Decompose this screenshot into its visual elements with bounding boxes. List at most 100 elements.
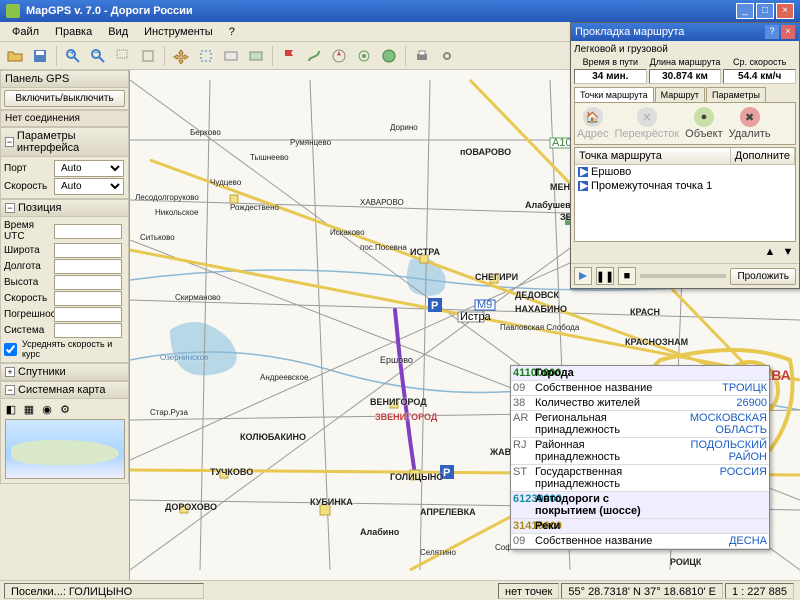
svg-text:ДЕДОВСК: ДЕДОВСК — [515, 290, 559, 300]
minimap-tool-icon[interactable]: ◉ — [39, 401, 55, 417]
tool-delete[interactable]: ✖Удалить — [729, 107, 771, 140]
svg-text:▶: ▶ — [580, 167, 588, 177]
svg-text:АПРЕЛЕВКА: АПРЕЛЕВКА — [420, 507, 476, 517]
tab-points[interactable]: Точки маршрута — [574, 87, 654, 102]
move-down-icon[interactable]: ▼ — [780, 244, 796, 260]
globe-icon[interactable] — [378, 45, 400, 67]
tool-crossing[interactable]: ✕Перекрёсток — [615, 107, 680, 140]
svg-text:ВЕНИГОРОД: ВЕНИГОРОД — [370, 397, 427, 407]
svg-text:Искаково: Искаково — [330, 228, 365, 237]
collapse-icon[interactable]: − — [5, 385, 15, 395]
tab-route[interactable]: Маршрут — [655, 87, 705, 102]
svg-text:Истра: Истра — [460, 311, 492, 323]
svg-text:КРАСН: КРАСН — [630, 307, 660, 317]
minimap[interactable] — [5, 419, 125, 479]
svg-text:P: P — [431, 300, 438, 312]
svg-text:Чудцево: Чудцево — [210, 178, 242, 187]
time-field[interactable] — [54, 224, 122, 239]
iface-params-header[interactable]: − Параметры интерфейса — [0, 127, 129, 157]
menu-tools[interactable]: Инструменты — [136, 24, 221, 40]
spd-field[interactable] — [54, 291, 122, 306]
svg-text:КУБИНКА: КУБИНКА — [310, 497, 353, 507]
svg-text:Тышнеево: Тышнеево — [250, 153, 289, 162]
open-icon[interactable] — [4, 45, 26, 67]
gps-toggle-button[interactable]: Включить/выключить — [4, 90, 125, 107]
play-button[interactable] — [574, 267, 592, 285]
minimize-button[interactable]: _ — [736, 3, 754, 19]
vehicle-type: Легковой и грузовой — [574, 44, 796, 55]
position-header[interactable]: − Позиция — [0, 199, 129, 217]
avg-checkbox[interactable] — [4, 343, 17, 356]
via-flag-icon: ▶ — [578, 181, 588, 191]
alt-field[interactable] — [54, 275, 122, 290]
svg-text:Стар.Руза: Стар.Руза — [150, 408, 188, 417]
menu-file[interactable]: Файл — [4, 24, 47, 40]
zoom-region-icon[interactable] — [112, 45, 134, 67]
tool-object[interactable]: ●Объект — [685, 107, 722, 140]
playback-slider[interactable] — [640, 274, 726, 278]
err-field[interactable] — [54, 307, 122, 322]
settings-icon[interactable] — [436, 45, 458, 67]
move-up-icon[interactable]: ▲ — [762, 244, 778, 260]
gps-panel-header: Панель GPS — [0, 70, 129, 88]
print-icon[interactable] — [411, 45, 433, 67]
minimap-tool-icon[interactable]: ▦ — [21, 401, 37, 417]
route-points-list[interactable]: Точка маршрутаДополните ▶ Ершово ▶ Проме… — [574, 147, 796, 242]
svg-text:Озернинское: Озернинское — [160, 353, 209, 362]
route-help-button[interactable]: ? — [765, 25, 779, 39]
svg-text:P: P — [443, 467, 450, 479]
sys-field[interactable] — [54, 323, 122, 338]
save-icon[interactable] — [29, 45, 51, 67]
expand-icon[interactable]: + — [5, 367, 15, 377]
object-info-panel: 41100000Города 09Собственное названиеТРО… — [510, 365, 770, 550]
view2-icon[interactable] — [245, 45, 267, 67]
collapse-icon[interactable]: − — [5, 137, 14, 147]
maximize-button[interactable]: □ — [756, 3, 774, 19]
pan-icon[interactable] — [170, 45, 192, 67]
tool-address[interactable]: 🏠Адрес — [577, 107, 609, 140]
select-icon[interactable] — [195, 45, 217, 67]
menu-edit[interactable]: Правка — [47, 24, 100, 40]
view1-icon[interactable] — [220, 45, 242, 67]
build-route-button[interactable]: Проложить — [730, 268, 796, 285]
collapse-icon[interactable]: − — [5, 203, 15, 213]
svg-text:ЗВЕНИГОРОД: ЗВЕНИГОРОД — [375, 412, 438, 422]
zoom-in-icon[interactable]: + — [62, 45, 84, 67]
pause-button[interactable]: ❚❚ — [596, 267, 614, 285]
svg-text:ХАВАРОВО: ХАВАРОВО — [360, 198, 404, 207]
minimap-tool-icon[interactable]: ⚙ — [57, 401, 73, 417]
svg-text:Никольское: Никольское — [155, 208, 199, 217]
flag-icon[interactable] — [278, 45, 300, 67]
lon-field[interactable] — [54, 259, 122, 274]
app-icon — [6, 4, 20, 18]
stop-button[interactable]: ■ — [618, 267, 636, 285]
status-points: нет точек — [498, 583, 559, 599]
statusbar: Поселки...: ГОЛИЦЫНО нет точек 55° 28.73… — [0, 580, 800, 600]
close-button[interactable]: × — [776, 3, 794, 19]
minimap-tool-icon[interactable]: ◧ — [3, 401, 19, 417]
port-select[interactable]: Auto — [54, 160, 124, 177]
menu-view[interactable]: Вид — [100, 24, 136, 40]
svg-text:Лесодолгоруково: Лесодолгоруково — [135, 193, 199, 202]
svg-text:ТУЧКОВО: ТУЧКОВО — [210, 467, 253, 477]
route-close-button[interactable]: × — [781, 25, 795, 39]
target-icon[interactable] — [353, 45, 375, 67]
list-item[interactable]: ▶ Промежуточная точка 1 — [575, 179, 795, 193]
list-item[interactable]: ▶ Ершово — [575, 165, 795, 179]
compass-icon[interactable] — [328, 45, 350, 67]
svg-text:Ситьково: Ситьково — [140, 233, 175, 242]
svg-text:−: − — [94, 48, 100, 59]
svg-text:Андреевское: Андреевское — [260, 373, 309, 382]
satellites-header[interactable]: + Спутники — [0, 363, 129, 381]
speed-select[interactable]: Auto — [54, 178, 124, 195]
lat-field[interactable] — [54, 243, 122, 258]
zoom-out-icon[interactable]: − — [87, 45, 109, 67]
connection-status: Нет соединения — [0, 110, 129, 127]
svg-text:▶: ▶ — [580, 181, 588, 191]
route-icon[interactable] — [303, 45, 325, 67]
tab-params[interactable]: Параметры — [706, 87, 766, 102]
zoom-extent-icon[interactable] — [137, 45, 159, 67]
menu-help[interactable]: ? — [221, 24, 243, 40]
sysmap-header[interactable]: − Системная карта — [0, 381, 129, 399]
svg-text:M9: M9 — [477, 299, 492, 311]
